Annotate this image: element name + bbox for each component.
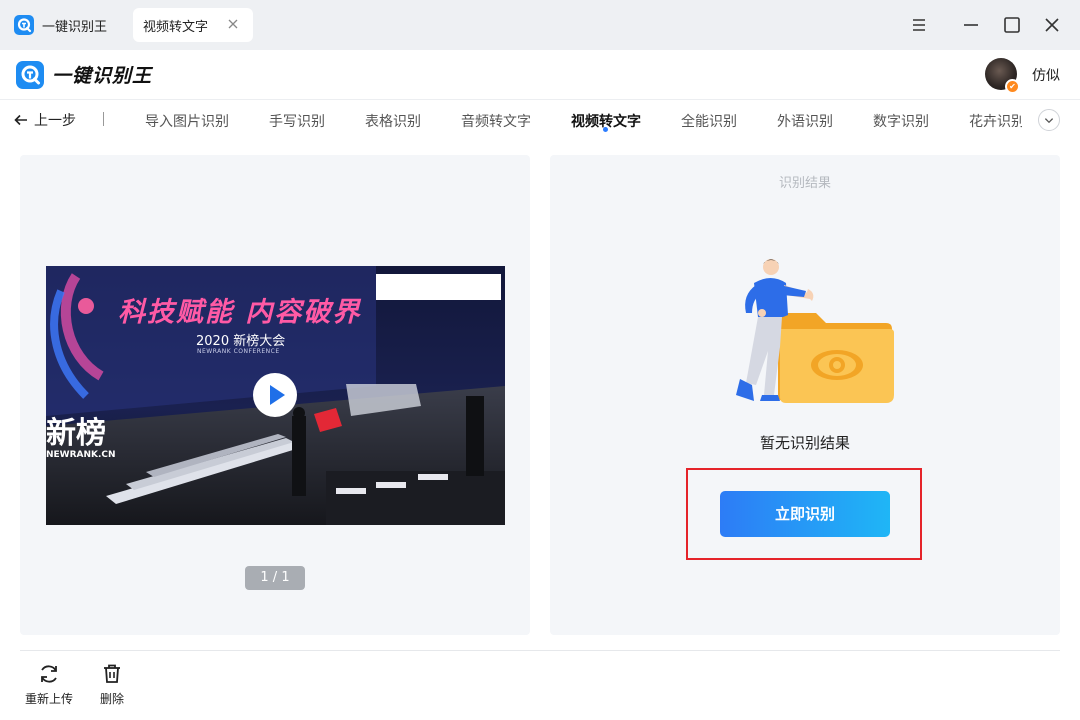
result-title: 识别结果 — [778, 176, 831, 191]
tab-all-in-one[interactable]: 全能识别 — [681, 111, 737, 131]
bottom-divider — [20, 650, 1060, 651]
feature-nav: 上一步 导入图片识别 手写识别 表格识别 音频转文字 视频转文字 全能识别 外语… — [0, 100, 1080, 140]
tab-digit[interactable]: 数字识别 — [873, 111, 929, 131]
video-player[interactable]: 科技赋能 内容破界 2020 新榜大会 NEWRANK CONFERENCE 新… — [46, 266, 505, 525]
close-window-icon[interactable] — [1040, 13, 1064, 37]
reupload-label: 重新上传 — [25, 692, 74, 706]
tab-flower[interactable]: 花卉识别 — [969, 111, 1022, 131]
tab-handwriting[interactable]: 手写识别 — [269, 111, 325, 131]
title-bar: 一键识别王 视频转文字 — [0, 0, 1080, 50]
video-subtitle: 2020 新榜大会 — [196, 334, 286, 349]
chevron-down-icon[interactable] — [1038, 109, 1060, 131]
video-stage-text: 科技赋能 内容破界 — [118, 297, 362, 328]
app-logo-icon — [16, 61, 44, 89]
nav-overflow-clip: 花卉识别 — [960, 100, 1022, 140]
video-brand-url: NEWRANK.CN — [46, 450, 116, 460]
delete-button[interactable]: 删除 — [100, 662, 124, 707]
menu-icon[interactable] — [907, 13, 931, 37]
result-panel: 识别结果 暂无识别结果 立即识别 — [550, 155, 1060, 635]
recognize-now-button[interactable]: 立即识别 — [720, 491, 890, 537]
minimize-icon[interactable] — [959, 13, 983, 37]
play-icon[interactable] — [252, 372, 298, 418]
maximize-icon[interactable] — [1000, 13, 1024, 37]
video-subtitle-en: NEWRANK CONFERENCE — [197, 348, 280, 355]
trash-icon — [104, 664, 120, 683]
empty-result-text: 暂无识别结果 — [759, 434, 850, 452]
tab-audio-to-text[interactable]: 音频转文字 — [461, 111, 531, 131]
back-button[interactable]: 上一步 — [14, 110, 76, 130]
tab-table[interactable]: 表格识别 — [365, 111, 421, 131]
tab-video-to-text[interactable]: 视频转文字 — [133, 8, 253, 42]
empty-folder-person-illustration — [736, 259, 894, 403]
refresh-icon — [41, 665, 57, 683]
app-logo-icon — [14, 15, 34, 35]
user-name[interactable]: 仿似 — [1032, 65, 1060, 85]
video-preview-panel: 科技赋能 内容破界 2020 新榜大会 NEWRANK CONFERENCE 新… — [20, 155, 530, 635]
app-tab-label: 一键识别王 — [42, 19, 108, 35]
vip-badge-icon: ✔ — [1005, 79, 1020, 94]
back-label: 上一步 — [34, 113, 76, 129]
active-tab-label: 视频转文字 — [143, 19, 209, 35]
active-tab-indicator — [603, 127, 608, 132]
tab-foreign-language[interactable]: 外语识别 — [777, 111, 833, 131]
app-logo-text: 一键识别王 — [52, 65, 153, 87]
reupload-button[interactable]: 重新上传 — [25, 662, 73, 707]
video-brand-text: 新榜 — [46, 416, 106, 451]
delete-label: 删除 — [100, 692, 125, 706]
tab-import-image[interactable]: 导入图片识别 — [145, 111, 229, 131]
nav-divider — [103, 112, 104, 126]
app-header: 一键识别王 ✔ 仿似 — [0, 50, 1080, 100]
page-indicator: 1 / 1 — [245, 566, 305, 590]
arrow-left-icon — [14, 114, 27, 126]
app-tab[interactable]: 一键识别王 — [14, 8, 107, 42]
close-icon[interactable] — [225, 16, 241, 32]
